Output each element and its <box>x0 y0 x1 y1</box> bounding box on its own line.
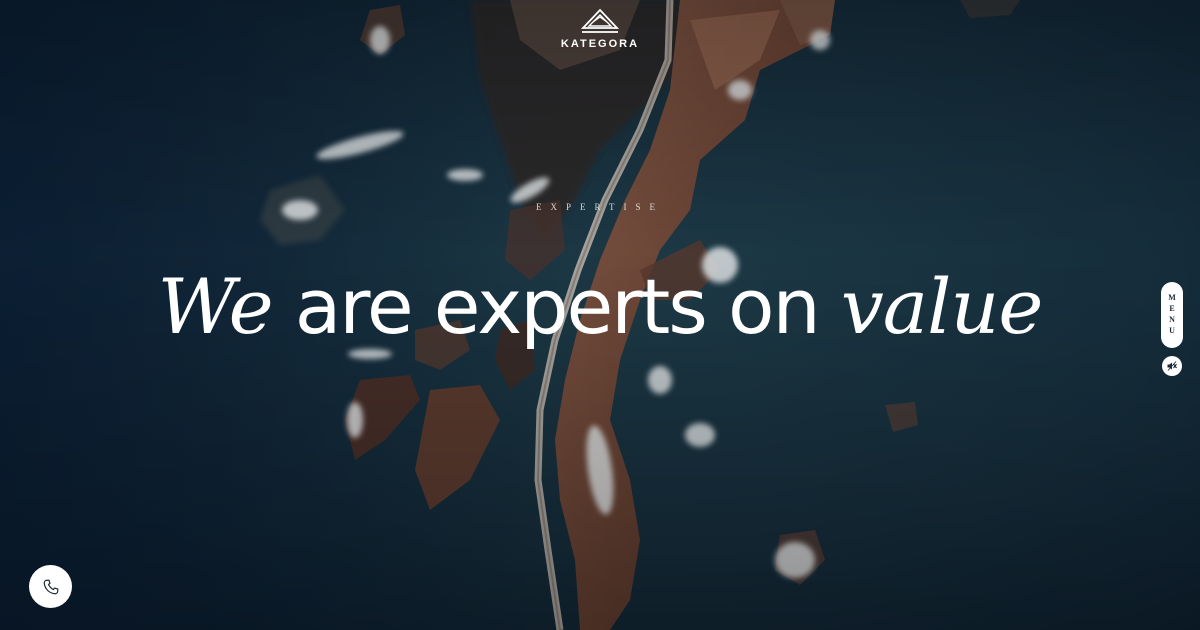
hero-section: KATEGORA EXPERTISE We are experts on val… <box>0 0 1200 630</box>
menu-button[interactable]: MENU <box>1161 282 1183 348</box>
headline-word-value: value <box>840 262 1043 351</box>
mountain-logo-icon <box>580 8 620 33</box>
headline-middle: are experts on <box>272 262 841 351</box>
headline-word-we: We <box>157 262 274 351</box>
menu-label: MENU <box>1167 293 1177 337</box>
brand-logo[interactable]: KATEGORA <box>540 8 660 50</box>
brand-name: KATEGORA <box>560 38 640 50</box>
hero-headline: We are experts on value <box>0 262 1200 353</box>
call-button[interactable] <box>29 565 72 608</box>
hero-eyebrow: EXPERTISE <box>536 202 664 212</box>
sound-toggle-button[interactable] <box>1162 356 1182 376</box>
sound-muted-icon <box>1167 361 1177 371</box>
phone-icon <box>43 579 58 594</box>
